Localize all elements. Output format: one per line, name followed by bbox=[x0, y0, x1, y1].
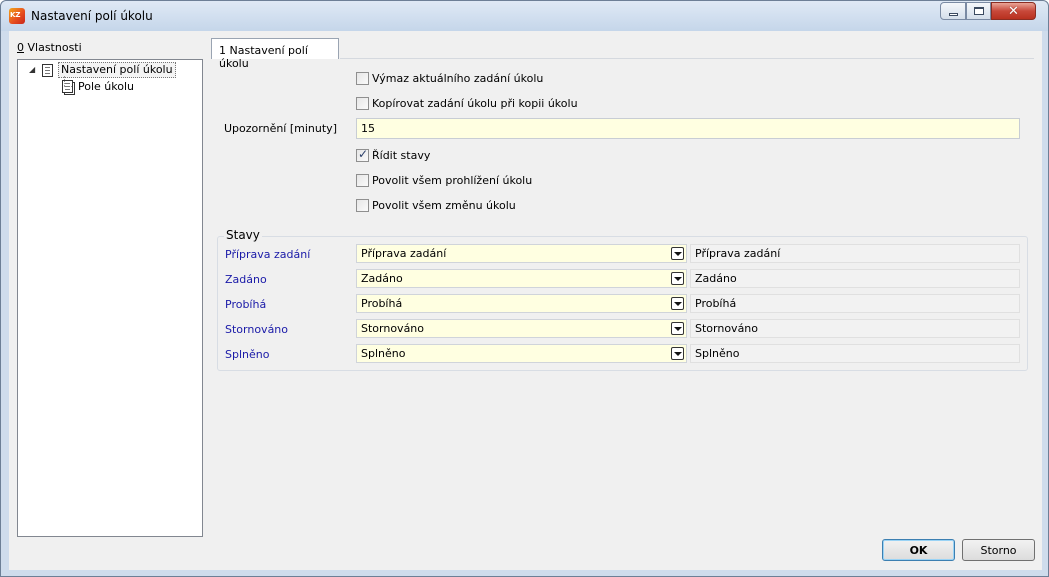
tree-expand-icon[interactable]: ◢ bbox=[29, 65, 35, 74]
stav-select-stornovano[interactable]: Stornováno bbox=[356, 319, 687, 338]
stav-select-priprava[interactable]: Příprava zadání bbox=[356, 244, 687, 263]
close-icon: ✕ bbox=[1008, 3, 1019, 19]
app-logo-icon bbox=[9, 8, 25, 24]
maximize-icon bbox=[973, 7, 984, 15]
kopirovat-checkbox[interactable]: Kopírovat zadání úkolu při kopii úkolu bbox=[356, 95, 578, 111]
stav-label-zadano: Zadáno bbox=[225, 273, 267, 286]
title-bar[interactable]: Nastavení polí úkolu ✕ bbox=[1, 1, 1048, 31]
checkbox-label: Řídit stavy bbox=[372, 148, 431, 162]
tree-item-nastaveni[interactable]: Nastavení polí úkolu bbox=[42, 62, 176, 78]
checkbox-label: Povolit všem změnu úkolu bbox=[372, 198, 516, 212]
stav-label-splneno: Splněno bbox=[225, 348, 270, 361]
upozorneni-label: Upozornění [minuty] bbox=[224, 122, 337, 135]
stav-readonly-stornovano: Stornováno bbox=[690, 319, 1020, 338]
document-icon bbox=[42, 63, 53, 77]
documents-icon bbox=[62, 79, 73, 93]
stav-select-splneno[interactable]: Splněno bbox=[356, 344, 687, 363]
stav-readonly-probiha: Probíhá bbox=[690, 294, 1020, 313]
stav-readonly-splneno: Splněno bbox=[690, 344, 1020, 363]
checkbox-label: Povolit všem prohlížení úkolu bbox=[372, 173, 533, 187]
ridit-stavy-checkbox[interactable]: Řídit stavy bbox=[356, 147, 430, 163]
minimize-icon bbox=[948, 12, 958, 16]
stav-label-priprava: Příprava zadání bbox=[225, 248, 311, 261]
tab-divider bbox=[340, 58, 1034, 59]
checkbox-label: Výmaz aktuálního zadání úkolu bbox=[372, 71, 544, 85]
ok-button[interactable]: OK bbox=[882, 539, 955, 561]
dropdown-arrow-icon[interactable] bbox=[671, 322, 684, 335]
dropdown-arrow-icon[interactable] bbox=[671, 297, 684, 310]
povolit-prohlizeni-checkbox[interactable]: Povolit všem prohlížení úkolu bbox=[356, 172, 532, 188]
checkbox-box-checked[interactable] bbox=[356, 147, 369, 162]
stavy-group-title: Stavy bbox=[224, 228, 262, 242]
checkbox-box[interactable] bbox=[356, 173, 369, 187]
stav-select-probiha[interactable]: Probíhá bbox=[356, 294, 687, 313]
checkbox-box[interactable] bbox=[356, 96, 369, 110]
dropdown-arrow-icon[interactable] bbox=[671, 247, 684, 260]
cancel-button[interactable]: Storno bbox=[962, 539, 1035, 561]
stav-label-probiha: Probíhá bbox=[225, 298, 267, 311]
stav-label-stornovano: Stornováno bbox=[225, 323, 289, 336]
dropdown-arrow-icon[interactable] bbox=[671, 347, 684, 360]
tree-item-label: Pole úkolu bbox=[78, 79, 134, 93]
tree-item-label: Nastavení polí úkolu bbox=[58, 62, 176, 78]
maximize-button[interactable] bbox=[966, 2, 991, 20]
povolit-zmenu-checkbox[interactable]: Povolit všem změnu úkolu bbox=[356, 197, 516, 213]
upozorneni-input[interactable]: 15 bbox=[356, 118, 1020, 139]
tab-nastaveni-poli[interactable]: 1 Nastavení polí úkolu bbox=[211, 38, 339, 70]
tree-item-pole[interactable]: Pole úkolu bbox=[62, 78, 134, 94]
checkbox-label: Kopírovat zadání úkolu při kopii úkolu bbox=[372, 96, 578, 110]
checkbox-box[interactable] bbox=[356, 198, 369, 212]
properties-label: 0 Vlastnosti bbox=[17, 41, 82, 54]
stav-readonly-zadano: Zadáno bbox=[690, 269, 1020, 288]
checkbox-box[interactable] bbox=[356, 71, 369, 85]
close-button[interactable]: ✕ bbox=[991, 2, 1036, 20]
properties-tree[interactable]: ◢ Nastavení polí úkolu Pole úkolu bbox=[17, 59, 203, 537]
stav-readonly-priprava: Příprava zadání bbox=[690, 244, 1020, 263]
dialog-client-area: 0 Vlastnosti ◢ Nastavení polí úkolu Pole… bbox=[9, 31, 1042, 570]
dialog-window: Nastavení polí úkolu ✕ 0 Vlastnosti ◢ Na… bbox=[0, 0, 1049, 577]
dropdown-arrow-icon[interactable] bbox=[671, 272, 684, 285]
minimize-button[interactable] bbox=[940, 2, 966, 20]
vymaz-checkbox[interactable]: Výmaz aktuálního zadání úkolu bbox=[356, 70, 543, 86]
stav-select-zadano[interactable]: Zadáno bbox=[356, 269, 687, 288]
window-title: Nastavení polí úkolu bbox=[31, 9, 153, 23]
